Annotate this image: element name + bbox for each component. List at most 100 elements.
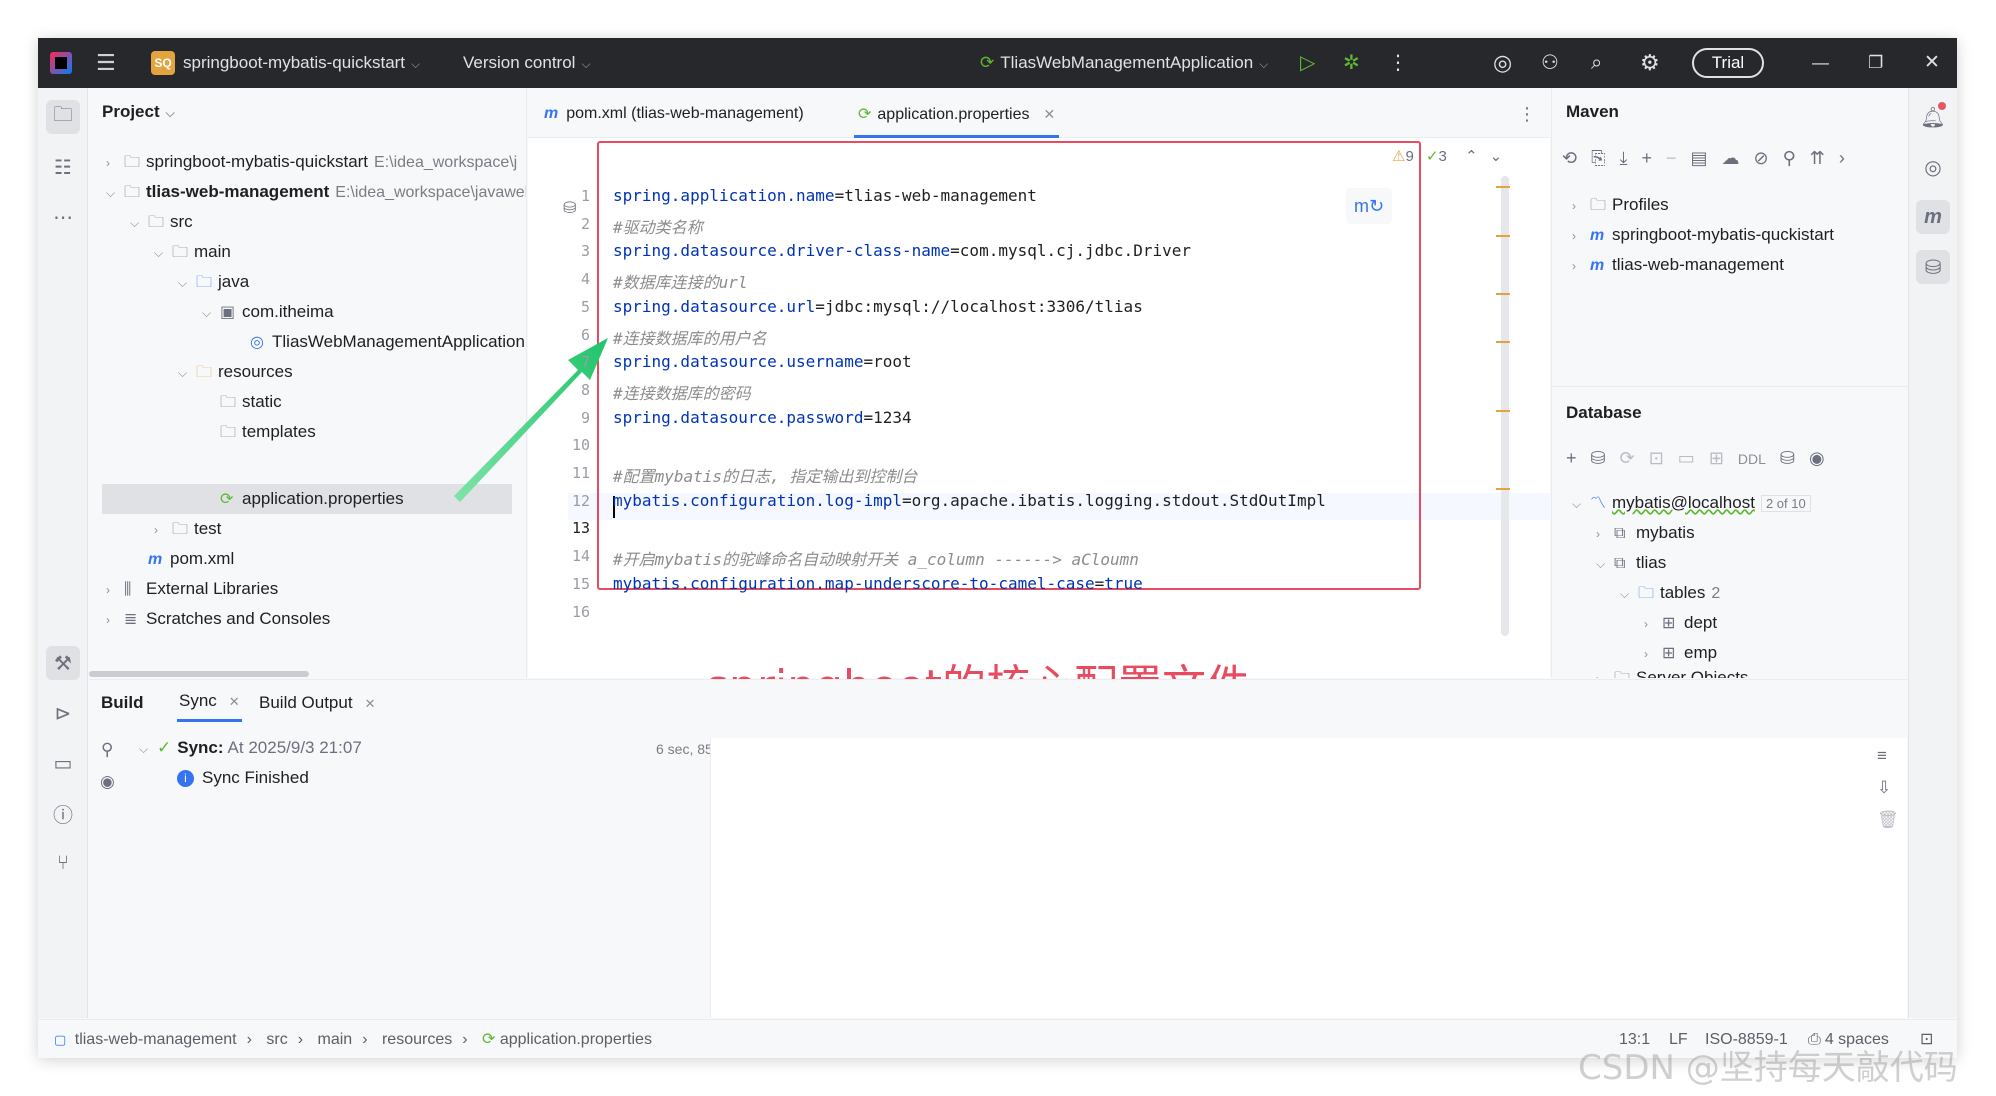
sync-finished-row[interactable]: i Sync Finished (177, 763, 309, 793)
breadcrumb-item[interactable]: src (266, 1031, 287, 1048)
minimize-icon[interactable]: — (1812, 38, 1829, 88)
tree-item-static[interactable]: 🗀 static (220, 387, 282, 417)
more-icon[interactable]: › (1839, 148, 1859, 168)
code-line[interactable]: #配置mybatis的日志, 指定输出到控制台 (613, 463, 917, 487)
view-options-icon[interactable]: ◉ (1809, 448, 1839, 468)
dependencies-icon[interactable]: ⚲ (1783, 148, 1810, 168)
skip-tests-icon[interactable]: ⊘ (1754, 148, 1783, 168)
tab-sync[interactable]: Sync ✕ (177, 680, 242, 722)
code-line[interactable]: spring.datasource.username=root (613, 352, 912, 371)
project-panel-title[interactable]: Project ⌵ (102, 102, 175, 122)
trial-button[interactable]: Trial (1692, 48, 1764, 78)
sync-result-row[interactable]: ⌵ ✓ Sync: At 2025/9/3 21:07 (139, 733, 362, 763)
ai-chat-icon[interactable]: ◎ (1916, 150, 1950, 184)
version-control-menu[interactable]: Version control ⌵ (463, 38, 591, 88)
run-maven-icon[interactable]: ▤ (1691, 148, 1722, 168)
breadcrumb-item[interactable]: resources (382, 1031, 452, 1048)
tree-item-scratches[interactable]: › ≣ Scratches and Consoles (106, 604, 330, 634)
code-line[interactable]: spring.datasource.password=1234 (613, 408, 912, 427)
code-line[interactable]: #开启mybatis的驼峰命名自动映射开关 a_column ------> a… (613, 546, 1139, 570)
panel-divider[interactable] (1552, 386, 1945, 387)
next-highlight-icon[interactable]: ⌄ (1490, 148, 1503, 165)
code-line[interactable]: #数据库连接的url (613, 269, 748, 293)
tab-pom-xml[interactable]: m pom.xml (tlias-web-management) (544, 88, 804, 138)
warning-stripe[interactable] (1496, 488, 1510, 490)
table-icon[interactable]: ⊞ (1709, 448, 1738, 468)
tree-item-resources[interactable]: ⌵ 🗀 resources (178, 357, 293, 387)
settings-gear-icon[interactable]: ⚙ (1640, 38, 1660, 88)
debug-icon[interactable]: ✲ (1343, 38, 1360, 88)
tree-item-main[interactable]: ⌵ 🗀 main (154, 237, 231, 267)
tree-item-templates[interactable]: 🗀 templates (220, 417, 316, 447)
download-icon[interactable]: ⤓ (1620, 148, 1642, 168)
warning-stripe[interactable] (1496, 341, 1510, 343)
code-line[interactable]: #连接数据库的用户名 (613, 325, 767, 349)
warning-stripe[interactable] (1496, 235, 1510, 237)
tree-item-src[interactable]: ⌵ 🗀 src (130, 207, 193, 237)
tab-build[interactable]: Build (101, 693, 144, 713)
code-line[interactable]: #驱动类名称 (613, 214, 703, 238)
build-hammer-icon[interactable]: ⚒ (46, 646, 80, 680)
more-tools-icon[interactable]: ⋯ (46, 200, 80, 234)
restore-icon[interactable]: ❐ (1868, 38, 1883, 88)
terminal-icon[interactable]: ▭ (46, 746, 80, 780)
services-icon[interactable]: ⊳ (46, 696, 80, 730)
db-table-dept[interactable]: › ⊞ dept (1644, 608, 1717, 638)
maven-item-tlias[interactable]: › m tlias-web-management (1572, 250, 1784, 280)
close-tab-icon[interactable]: ✕ (1044, 106, 1056, 122)
tree-item-java[interactable]: ⌵ 🗀 java (178, 267, 249, 297)
ddl-button[interactable]: DDL (1738, 451, 1766, 467)
remove-icon[interactable]: − (1666, 148, 1691, 168)
breadcrumb-item[interactable]: main (318, 1031, 353, 1048)
jump-icon[interactable]: ⛁ (1780, 448, 1809, 468)
search-icon[interactable]: ⌕ (1591, 38, 1602, 88)
tree-item-application-properties[interactable]: ⟳ application.properties (220, 484, 404, 514)
refresh-icon[interactable]: ⟳ (1620, 448, 1649, 468)
main-menu-icon[interactable]: ☰ (96, 38, 116, 88)
add-icon[interactable]: + (1641, 148, 1666, 168)
tree-item-external-libraries[interactable]: › ⫼ External Libraries (106, 574, 278, 604)
db-server-objects[interactable]: ›🗀Server Objects (1596, 663, 1748, 678)
build-output-console[interactable]: ≡ ⇩ 🗑︎ (710, 738, 1907, 1018)
code-line[interactable]: mybatis.configuration.log-impl=org.apach… (613, 491, 1326, 510)
db-connection[interactable]: ⌵ 〽 mybatis@localhost 2 of 10 (1572, 488, 1811, 518)
warning-stripe[interactable] (1496, 410, 1510, 412)
db-tables-folder[interactable]: ⌵ 🗀 tables 2 (1620, 578, 1720, 608)
db-schema-mybatis[interactable]: › ⧉ mybatis (1596, 518, 1695, 548)
code-line[interactable]: mybatis.configuration.map-underscore-to-… (613, 574, 1143, 593)
tree-item-springboot-mybatis-quickstart[interactable]: › 🗀 springboot-mybatis-quickstart E:\idea_w… (106, 147, 526, 177)
run-config-selector[interactable]: ⟳ TliasWebManagementApplication ⌵ (980, 38, 1268, 88)
reimport-icon[interactable]: ⎘ (1591, 148, 1619, 168)
collapse-all-icon[interactable]: ⇈ (1810, 148, 1839, 168)
horizontal-scrollbar[interactable] (89, 671, 309, 677)
code-line[interactable]: spring.datasource.url=jdbc:mysql://local… (613, 297, 1143, 316)
add-user-icon[interactable]: ⚇ (1541, 38, 1559, 88)
toggle-offline-icon[interactable]: ☁ (1722, 148, 1754, 168)
maven-item-quickstart[interactable]: › m springboot-mybatis-quckistart (1572, 220, 1834, 250)
project-folder-icon[interactable]: 🗀 (46, 100, 80, 134)
breadcrumb-item[interactable]: application.properties (500, 1031, 652, 1048)
reload-icon[interactable]: ⟲ (1562, 148, 1591, 168)
console-icon[interactable]: ▭ (1678, 448, 1709, 468)
db-schema-tlias[interactable]: ⌵ ⧉ tlias (1596, 548, 1666, 578)
tree-item-pom-xml[interactable]: m pom.xml (148, 544, 234, 574)
tree-item-com-itheima[interactable]: ⌵ ▣ com.itheima (202, 297, 334, 327)
stop-icon[interactable]: ⊡ (1649, 448, 1678, 468)
problems-icon[interactable]: ⓘ (46, 796, 80, 830)
new-icon[interactable]: + (1566, 448, 1591, 468)
editor-scrollbar[interactable] (1501, 176, 1509, 636)
close-tab-icon[interactable]: ✕ (229, 694, 240, 709)
code-line[interactable]: spring.application.name=tlias-web-manage… (613, 186, 1037, 205)
maven-item-profiles[interactable]: › 🗀 Profiles (1572, 190, 1669, 220)
previous-highlight-icon[interactable]: ⌃ (1465, 148, 1478, 165)
eye-icon[interactable]: ◉ (100, 772, 115, 792)
ai-assistant-icon[interactable]: ◎ (1493, 38, 1512, 88)
app-logo-icon[interactable] (50, 52, 72, 74)
tab-application-properties[interactable]: ⟳ application.properties ✕ (854, 88, 1060, 138)
breadcrumb-item[interactable]: tlias-web-management (75, 1031, 237, 1048)
project-switcher[interactable]: springboot-mybatis-quickstart ⌵ (183, 38, 420, 88)
pin-icon[interactable]: ⚲ (101, 740, 113, 760)
datasource-properties-icon[interactable]: ⛁ (1591, 448, 1620, 468)
structure-icon[interactable]: ☷ (46, 150, 80, 184)
project-badge[interactable]: SQ (151, 51, 175, 75)
